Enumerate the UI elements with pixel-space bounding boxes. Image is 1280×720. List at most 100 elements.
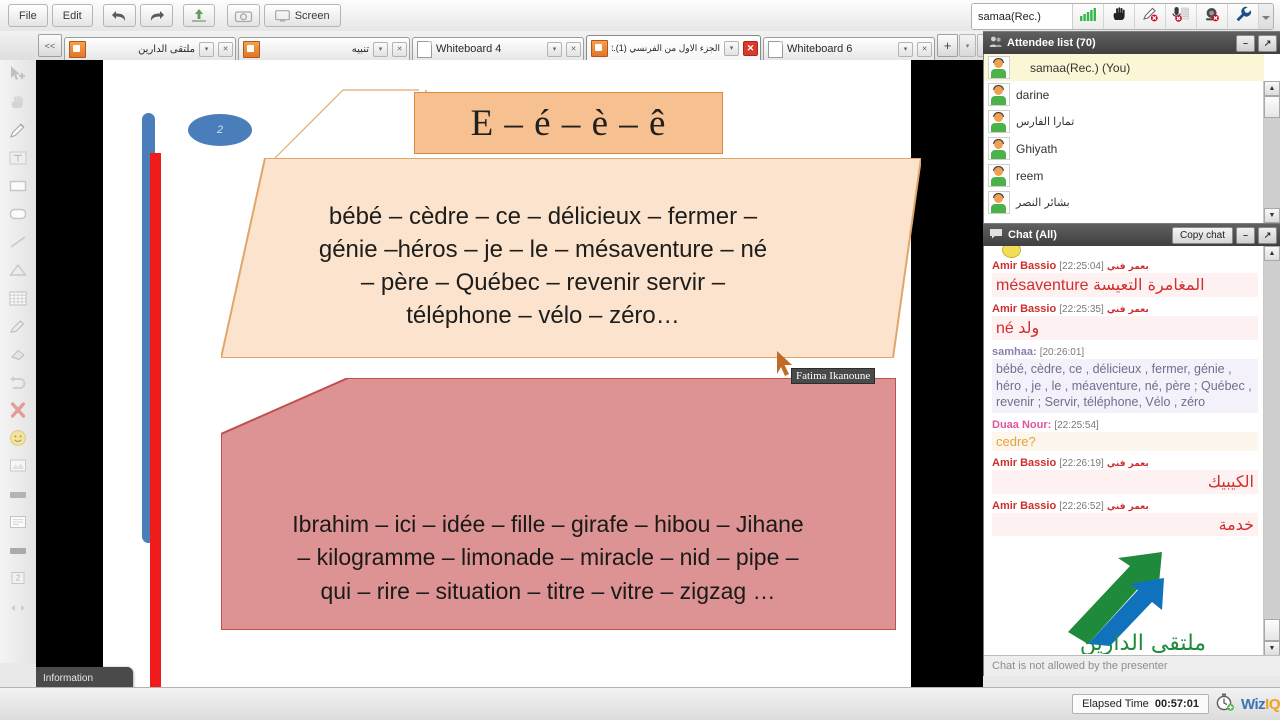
add-tab-button[interactable]: +: [937, 34, 958, 57]
whiteboard-stage[interactable]: 2 E – é – è – ê bébé – cèdre – ce – déli…: [36, 60, 983, 688]
tool-grid[interactable]: [4, 287, 32, 314]
slide-header-text: E – é – è – ê: [470, 102, 667, 144]
settings-button[interactable]: [1228, 4, 1259, 29]
line-icon: [9, 235, 27, 254]
chat-message: Amir Bassio بعمر فني [22:26:19] الكيبيك: [984, 455, 1264, 497]
scroll-track[interactable]: [1264, 261, 1280, 641]
attendee-row[interactable]: تمارا الفارس: [984, 108, 1264, 135]
tab-close-icon[interactable]: ✕: [566, 41, 581, 57]
avatar: [988, 110, 1010, 133]
tab-close-icon[interactable]: ✕: [743, 40, 758, 56]
wrench-icon: [1235, 6, 1252, 27]
tool-upload-image[interactable]: [4, 455, 32, 482]
attendee-name: reem: [1016, 168, 1044, 183]
raise-hand-button[interactable]: [1104, 4, 1135, 29]
tab-menu-icon[interactable]: ▾: [373, 41, 388, 57]
chat-sender-name: Amir Bassio: [992, 303, 1057, 316]
information-popup[interactable]: Information hamid Offline: [36, 667, 133, 688]
tab-label: ملتقى الدارين: [138, 43, 195, 55]
file-menu-button[interactable]: File: [8, 4, 48, 27]
tool-delete[interactable]: [4, 399, 32, 426]
edit-menu-button[interactable]: Edit: [51, 4, 93, 27]
snapshot-button[interactable]: [226, 4, 260, 27]
chat-body-arabic: المغامرة التعيسة: [1092, 275, 1205, 294]
tab-whiteboard-6[interactable]: Whiteboard 6 ▾ ✕: [763, 37, 935, 60]
screen-share-button[interactable]: Screen: [263, 4, 341, 27]
tool-rectangle[interactable]: [4, 175, 32, 202]
pointer-add-icon: [8, 65, 28, 88]
drawing-disabled-button[interactable]: [1135, 4, 1166, 29]
attendee-row[interactable]: darine: [984, 81, 1264, 108]
attendee-minimize-button[interactable]: –: [1236, 34, 1255, 52]
tool-pointer-add[interactable]: [4, 63, 32, 90]
stopwatch-icon[interactable]: [1215, 692, 1235, 717]
tool-line[interactable]: [4, 231, 32, 258]
tab-menu-icon[interactable]: ▾: [199, 41, 214, 57]
smiley-icon: [1002, 246, 1021, 258]
attendee-expand-button[interactable]: ↗: [1258, 34, 1277, 52]
tool-rounded-rect[interactable]: [4, 203, 32, 230]
copy-chat-button[interactable]: Copy chat: [1171, 226, 1233, 244]
tool-color-swatch[interactable]: [4, 539, 32, 566]
scroll-up-button[interactable]: ▲: [1264, 81, 1280, 96]
scroll-down-button[interactable]: ▼: [1264, 208, 1280, 223]
wiziq-logo-part-b: IQ: [1265, 695, 1280, 713]
tool-pen[interactable]: [4, 119, 32, 146]
chat-minimize-button[interactable]: –: [1236, 226, 1255, 244]
tool-eraser[interactable]: [4, 343, 32, 370]
connection-status-button[interactable]: [1073, 4, 1104, 29]
tab-close-icon[interactable]: ✕: [218, 41, 233, 57]
tool-page-number[interactable]: 2: [4, 567, 32, 594]
presentation-slide[interactable]: 2 E – é – è – ê bébé – cèdre – ce – déli…: [103, 60, 921, 688]
tab-menu-icon[interactable]: ▾: [724, 40, 739, 56]
attendee-scrollbar[interactable]: ▲ ▼: [1263, 81, 1280, 223]
tab-menu-icon[interactable]: ▾: [898, 41, 913, 57]
chat-message-list[interactable]: Amir Bassio بعمر فني [22:25:04] mésavent…: [984, 246, 1264, 676]
tab-french-part-one-ppt[interactable]: الجزء الاول من الفرنسي (1).ppt ▾ ✕: [586, 35, 761, 60]
tab-close-icon[interactable]: ✕: [392, 41, 407, 57]
signal-bars-icon: [1080, 7, 1096, 26]
tool-smiley[interactable]: [4, 427, 32, 454]
tool-highlighter[interactable]: [4, 315, 32, 342]
triangle-icon: [9, 263, 27, 282]
tool-triangle[interactable]: [4, 259, 32, 286]
chat-panel-title: Chat (All): [1008, 229, 1057, 241]
tab-list-prev-button[interactable]: ▾: [959, 34, 976, 57]
scroll-down-button[interactable]: ▼: [1264, 641, 1280, 656]
chat-message-meta: Amir Bassio بعمر فني [22:25:35]: [992, 303, 1258, 315]
scroll-thumb[interactable]: [1264, 96, 1280, 118]
tab-tanbih[interactable]: تنبيه ▾ ✕: [238, 37, 410, 60]
tool-nav[interactable]: [4, 595, 32, 622]
attendee-row[interactable]: samaa(Rec.) (You): [984, 54, 1264, 81]
tab-multaqa-aldarayn[interactable]: ملتقى الدارين ▾ ✕: [64, 37, 236, 60]
chat-expand-button[interactable]: ↗: [1258, 226, 1277, 244]
attendee-row[interactable]: Ghiyath: [984, 135, 1264, 162]
tool-note[interactable]: [4, 511, 32, 538]
upload-icon: [190, 8, 208, 23]
tool-text-box[interactable]: [4, 147, 32, 174]
tab-whiteboard-4[interactable]: Whiteboard 4 ▾ ✕: [412, 37, 584, 60]
tab-close-icon[interactable]: ✕: [917, 41, 932, 57]
chat-scrollbar[interactable]: ▲ ▼: [1263, 246, 1280, 656]
toolbar-overflow-button[interactable]: [1259, 4, 1273, 29]
scroll-up-button[interactable]: ▲: [1264, 246, 1280, 261]
tab-scroll-prev-button[interactable]: <<: [38, 34, 62, 57]
scroll-track[interactable]: [1264, 96, 1280, 208]
avatar: [988, 56, 1010, 79]
scroll-thumb[interactable]: [1264, 619, 1280, 641]
red-line: Ibrahim – ici – idée – fille – girafe – …: [292, 511, 804, 537]
chat-sender-name: samhaa:: [992, 346, 1037, 359]
tool-hand[interactable]: [4, 91, 32, 118]
tab-menu-icon[interactable]: ▾: [547, 41, 562, 57]
upload-button[interactable]: [182, 4, 215, 27]
attendee-row[interactable]: بشائر النصر: [984, 189, 1264, 216]
nav-icon: [9, 600, 27, 618]
microphone-button[interactable]: [1166, 4, 1197, 29]
undo-button[interactable]: [102, 4, 136, 27]
tool-fill-color[interactable]: [4, 483, 32, 510]
attendee-row[interactable]: reem: [984, 162, 1264, 189]
attendee-list[interactable]: samaa(Rec.) (You) darine تمارا الفارس Gh…: [984, 54, 1264, 223]
redo-button[interactable]: [139, 4, 173, 27]
tool-undo[interactable]: [4, 371, 32, 398]
webcam-button[interactable]: [1197, 4, 1228, 29]
